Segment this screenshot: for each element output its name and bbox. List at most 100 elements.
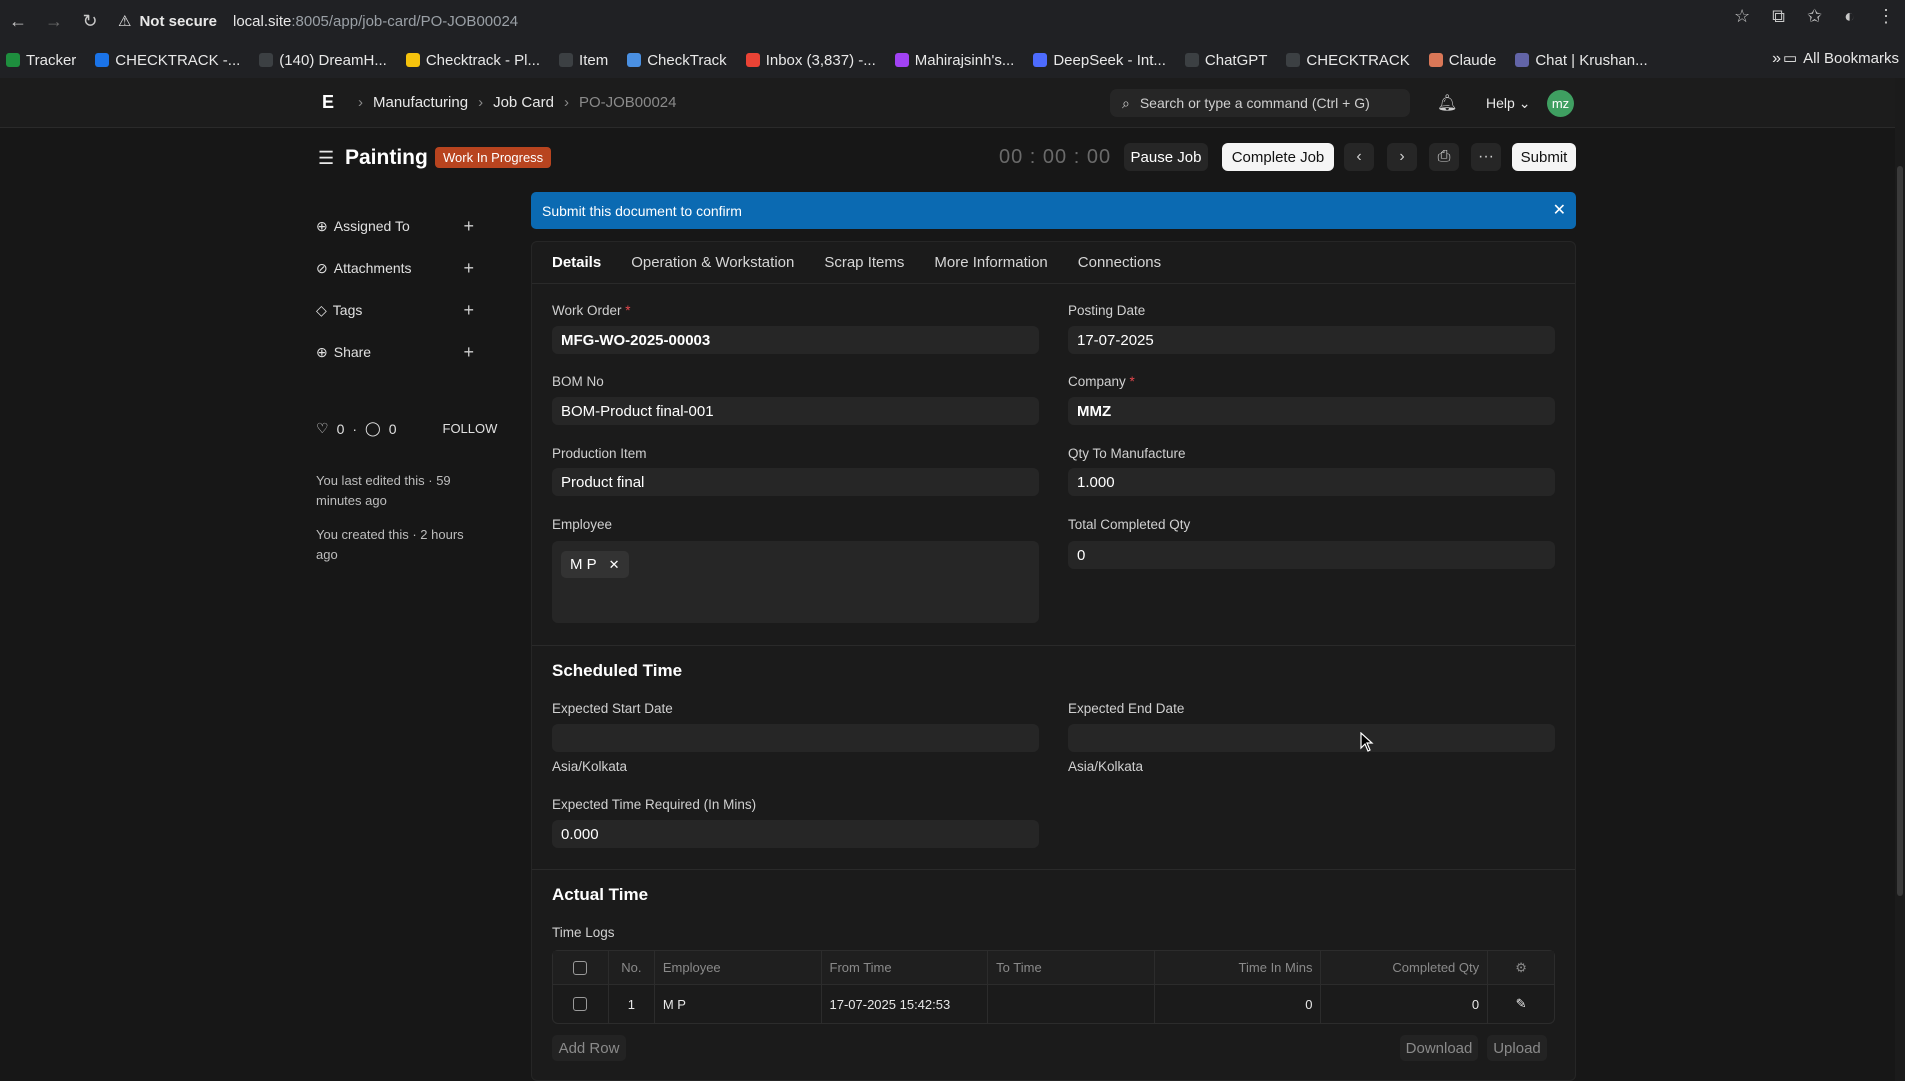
all-bookmarks-button[interactable]: ▭ All Bookmarks (1783, 49, 1899, 68)
comment-icon[interactable]: ◯ (365, 420, 381, 437)
sidebar-item-attachments[interactable]: ⊘ Attachments + (316, 247, 486, 289)
add-icon[interactable]: + (463, 342, 474, 363)
browser-chrome: ← → ↻ ⚠ Not secure local.site:8005/app/j… (0, 0, 1905, 78)
row-checkbox[interactable] (573, 997, 588, 1011)
bookmark-item[interactable]: CheckTrack (627, 52, 727, 69)
search-input[interactable]: ⌕ Search or type a command (Ctrl + G) (1110, 89, 1410, 117)
remove-icon[interactable]: ✕ (609, 557, 620, 573)
completed-qty-field[interactable]: 0 (1068, 541, 1555, 569)
submit-button[interactable]: Submit (1512, 143, 1576, 171)
breadcrumb-job-card[interactable]: Job Card (493, 94, 554, 111)
bookmark-item[interactable]: Item (559, 52, 608, 69)
column-settings-icon[interactable]: ⚙ (1488, 951, 1554, 984)
bookmark-favicon-icon (1033, 53, 1048, 67)
extensions-icon[interactable]: ⧉ (1772, 6, 1785, 27)
upload-button[interactable]: Upload (1487, 1035, 1547, 1061)
tab-scrap-items[interactable]: Scrap Items (824, 242, 904, 283)
print-icon[interactable]: ⎙ (1429, 143, 1459, 171)
follow-button[interactable]: FOLLOW (443, 421, 498, 436)
bookmark-item[interactable]: ChatGPT (1184, 52, 1267, 69)
page-scrollbar[interactable] (1895, 78, 1905, 1081)
scrollbar-thumb[interactable] (1897, 166, 1903, 896)
qty-field[interactable]: 1.000 (1068, 468, 1555, 496)
previous-doc-icon[interactable]: ‹ (1344, 143, 1374, 171)
tab-more-information[interactable]: More Information (934, 242, 1047, 283)
bookmarks-bar: Tracker CHECKTRACK -... (140) DreamH... Che… (0, 44, 1905, 76)
app-logo[interactable]: E (322, 92, 334, 113)
tab-operation-workstation[interactable]: Operation & Workstation (631, 242, 794, 283)
browser-toolbar-icons: ☆ ⧉ ✩ ◐ ⋮ (1734, 6, 1895, 27)
edit-row-icon[interactable]: ✎ (1488, 985, 1554, 1023)
bookmark-favicon-icon (6, 53, 20, 67)
profile-icon[interactable]: ◐ (1844, 6, 1855, 27)
download-button[interactable]: Download (1400, 1035, 1478, 1061)
bookmark-item[interactable]: Tracker (6, 52, 76, 69)
table-row[interactable]: 1 M P 17-07-2025 15:42:53 0 0 ✎ (553, 985, 1554, 1023)
heart-icon[interactable]: ♡ (316, 420, 329, 437)
row-select-cell (553, 985, 609, 1023)
back-icon[interactable]: ← (0, 3, 36, 39)
time-logs-table: No. Employee From Time To Time Time In M… (552, 950, 1555, 1024)
scheduled-time-title: Scheduled Time (552, 661, 683, 680)
work-order-field[interactable]: MFG-WO-2025-00003 (552, 326, 1039, 354)
url-field[interactable]: ⚠ Not secure local.site:8005/app/job-car… (118, 12, 519, 31)
bookmark-item[interactable]: CHECKTRACK -... (95, 52, 240, 69)
paperclip-icon: ⊘ (316, 259, 328, 276)
sidebar-item-assigned-to[interactable]: ⊕ Assigned To + (316, 205, 486, 247)
expected-end-field[interactable] (1068, 724, 1555, 752)
bookmark-item[interactable]: Claude (1428, 52, 1496, 69)
bookmark-item[interactable]: Checktrack - Pl... (405, 51, 541, 69)
forward-icon[interactable]: → (36, 3, 72, 39)
select-all-checkbox[interactable] (573, 960, 588, 975)
breadcrumb-manufacturing[interactable]: Manufacturing (373, 94, 468, 111)
row-to-time[interactable] (988, 985, 1155, 1023)
next-doc-icon[interactable]: › (1387, 143, 1417, 171)
bookmark-item[interactable]: Chat | Krushan... (1515, 52, 1648, 69)
reload-icon[interactable]: ↻ (72, 3, 108, 39)
company-field[interactable]: MMZ (1068, 397, 1555, 425)
close-icon[interactable]: ✕ (1553, 200, 1566, 220)
add-icon[interactable]: + (463, 258, 474, 279)
bookmark-label: Checktrack - Pl... (425, 51, 541, 69)
notification-bell-icon[interactable]: 🔔︎ (1437, 93, 1457, 113)
avatar[interactable]: mz (1547, 90, 1574, 117)
add-icon[interactable]: + (463, 216, 474, 237)
bookmark-favicon-icon (95, 53, 110, 67)
bookmark-item[interactable]: Inbox (3,837) -... (745, 51, 876, 69)
add-row-button[interactable]: Add Row (552, 1035, 626, 1061)
expected-time-field[interactable]: 0.000 (552, 820, 1039, 848)
tab-details[interactable]: Details (552, 242, 601, 283)
more-actions-button[interactable]: ··· (1471, 143, 1501, 171)
end-timezone: Asia/Kolkata (1068, 759, 1144, 774)
row-time-in-mins[interactable]: 0 (1155, 985, 1322, 1023)
sidebar-item-share[interactable]: ⊕ Share + (316, 331, 486, 373)
bookmarks-overflow-icon[interactable]: » (1772, 50, 1781, 68)
bookmark-label: Item (579, 51, 609, 69)
url-path: :8005/app/job-card/PO-JOB00024 (291, 12, 519, 30)
bookmark-label: Inbox (3,837) -... (765, 51, 876, 69)
production-item-field[interactable]: Product final (552, 468, 1039, 496)
row-from-time[interactable]: 17-07-2025 15:42:53 (822, 985, 989, 1023)
help-dropdown[interactable]: Help ⌄ (1486, 95, 1530, 112)
row-employee[interactable]: M P (655, 985, 822, 1023)
add-icon[interactable]: + (463, 300, 474, 321)
posting-date-field[interactable]: 17-07-2025 (1068, 326, 1555, 354)
expected-start-field[interactable] (552, 724, 1039, 752)
menu-icon[interactable]: ⋮ (1877, 6, 1895, 27)
bookmark-item[interactable]: DeepSeek - Int... (1033, 52, 1166, 69)
bookmark-label: CHECKTRACK -... (115, 51, 241, 69)
sidebar-item-tags[interactable]: ◇ Tags + (316, 289, 486, 331)
bookmarks-icon[interactable]: ✩ (1807, 6, 1822, 27)
employee-field[interactable]: M P ✕ (552, 541, 1039, 623)
bookmark-item[interactable]: Mahirajsinh's... (894, 52, 1014, 69)
bookmark-item[interactable]: (140) DreamH... (259, 52, 387, 69)
tab-connections[interactable]: Connections (1078, 242, 1161, 283)
bom-field[interactable]: BOM-Product final-001 (552, 397, 1039, 425)
bookmark-item[interactable]: CHECKTRACK (1286, 52, 1410, 69)
star-icon[interactable]: ☆ (1734, 6, 1750, 27)
help-label: Help (1486, 95, 1515, 111)
pause-job-button[interactable]: Pause Job (1124, 143, 1208, 171)
row-completed-qty[interactable]: 0 (1321, 985, 1489, 1023)
sidebar-toggle-icon[interactable]: ☰ (318, 148, 334, 169)
complete-job-button[interactable]: Complete Job (1222, 143, 1334, 171)
